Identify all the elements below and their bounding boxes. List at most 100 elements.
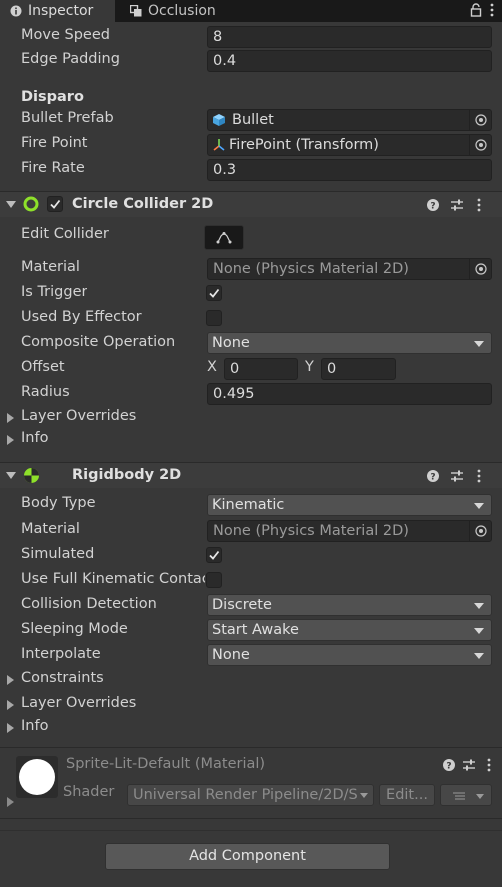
foldout-arrow-icon[interactable] [6, 201, 16, 208]
constraints-foldout[interactable]: Constraints [0, 669, 502, 691]
object-picker-icon[interactable] [469, 135, 491, 155]
edit-collider-label: Edit Collider [21, 226, 109, 242]
composite-operation-value: None [212, 335, 250, 351]
lock-icon[interactable] [470, 3, 482, 17]
material-preview [16, 756, 58, 798]
composite-operation-dropdown[interactable]: None [207, 332, 492, 354]
component-menu-icon[interactable] [486, 758, 492, 772]
shader-edit-button[interactable]: Edit... [379, 784, 435, 806]
help-icon[interactable]: ? [426, 198, 440, 212]
is-trigger-checkbox[interactable] [206, 285, 222, 301]
radius-row: Radius 0.495 [0, 381, 502, 406]
tab-inspector-label: Inspector [28, 3, 94, 19]
sleeping-mode-dropdown[interactable]: Start Awake [207, 619, 492, 641]
cc-material-row: Material None (Physics Material 2D) [0, 256, 502, 281]
presets-icon[interactable] [450, 198, 464, 212]
shader-value: Universal Render Pipeline/2D/Sp [133, 787, 358, 803]
offset-label: Offset [21, 359, 65, 375]
chevron-down-icon [474, 628, 484, 634]
rb-material-field[interactable]: None (Physics Material 2D) [207, 520, 492, 542]
presets-icon[interactable] [462, 758, 476, 772]
chevron-down-icon [476, 794, 484, 799]
offset-y-field[interactable]: 0 [321, 358, 396, 380]
component-menu-icon[interactable] [476, 469, 482, 483]
help-icon[interactable]: ? [442, 758, 456, 772]
rb-info-foldout[interactable]: Info [0, 717, 502, 739]
add-component-button[interactable]: Add Component [105, 843, 390, 870]
offset-row: Offset X 0 Y 0 [0, 356, 502, 381]
simulated-label: Simulated [21, 546, 95, 562]
edge-padding-label: Edge Padding [21, 51, 120, 67]
fire-rate-field[interactable]: 0.3 [207, 159, 492, 181]
foldout-arrow-icon[interactable] [7, 797, 14, 807]
rb-layer-overrides-foldout[interactable]: Layer Overrides [0, 694, 502, 716]
bullet-prefab-field[interactable]: Bullet [207, 109, 492, 131]
move-speed-label: Move Speed [21, 27, 110, 43]
foldout-arrow-icon[interactable] [6, 472, 16, 479]
cc-info-foldout[interactable]: Info [0, 429, 502, 451]
svg-text:?: ? [430, 202, 435, 212]
offset-y-label[interactable]: Y [305, 359, 314, 375]
material-block: Sprite-Lit-Default (Material) ? Shader U… [0, 748, 502, 818]
use-full-kinematic-label: Use Full Kinematic Contac [21, 571, 205, 587]
edge-padding-field[interactable]: 0.4 [207, 50, 492, 72]
composite-operation-row: Composite Operation None [0, 331, 502, 356]
cc-material-value: None (Physics Material 2D) [213, 261, 409, 277]
offset-x-field[interactable]: 0 [224, 358, 298, 380]
move-speed-field[interactable]: 8 [207, 26, 492, 48]
sleeping-mode-value: Start Awake [212, 622, 299, 638]
rigidbody-title: Rigidbody 2D [72, 467, 182, 483]
body-type-dropdown[interactable]: Kinematic [207, 494, 492, 516]
move-speed-row: Move Speed 8 [0, 24, 502, 49]
foldout-arrow-icon [7, 413, 14, 423]
foldout-arrow-icon [7, 435, 14, 445]
bullet-prefab-label: Bullet Prefab [21, 110, 114, 126]
tab-inspector[interactable]: Inspector [0, 0, 115, 22]
edit-collider-button[interactable] [204, 225, 244, 250]
chevron-down-icon [474, 603, 484, 609]
circle-collider-enabled-checkbox[interactable] [47, 196, 63, 212]
use-full-kinematic-row: Use Full Kinematic Contac [0, 568, 502, 593]
circle-collider-header[interactable]: Circle Collider 2D ? [0, 191, 502, 217]
tab-occlusion[interactable]: Occlusion [130, 0, 270, 22]
collision-detection-dropdown[interactable]: Discrete [207, 594, 492, 616]
radius-field[interactable]: 0.495 [207, 383, 492, 405]
rb-material-label: Material [21, 521, 80, 537]
rb-material-row: Material None (Physics Material 2D) [0, 518, 502, 543]
circle-collider-icon [23, 196, 39, 216]
interpolate-value: None [212, 647, 250, 663]
bullet-prefab-row: Bullet Prefab Bullet [0, 107, 502, 132]
disparo-header: Disparo [21, 89, 84, 105]
interpolate-label: Interpolate [21, 646, 101, 662]
material-name: Sprite-Lit-Default (Material) [66, 756, 266, 772]
fire-rate-row: Fire Rate 0.3 [0, 157, 502, 182]
fire-point-field[interactable]: FirePoint (Transform) [207, 134, 492, 156]
object-picker-icon[interactable] [469, 259, 491, 279]
used-by-effector-checkbox[interactable] [206, 310, 222, 326]
cc-info-label: Info [21, 430, 49, 446]
simulated-checkbox[interactable] [206, 547, 222, 563]
collision-detection-row: Collision Detection Discrete [0, 593, 502, 618]
cc-layer-overrides-foldout[interactable]: Layer Overrides [0, 407, 502, 429]
rigidbody-header[interactable]: Rigidbody 2D ? [0, 462, 502, 488]
edit-collider-row: Edit Collider [0, 222, 502, 252]
use-full-kinematic-checkbox[interactable] [206, 572, 222, 588]
object-picker-icon[interactable] [469, 521, 491, 541]
interpolate-dropdown[interactable]: None [207, 644, 492, 666]
cc-material-field[interactable]: None (Physics Material 2D) [207, 258, 492, 280]
used-by-effector-row: Used By Effector [0, 306, 502, 331]
help-icon[interactable]: ? [426, 469, 440, 483]
list-icon [453, 792, 465, 800]
fire-rate-label: Fire Rate [21, 160, 85, 176]
shader-options-dropdown[interactable] [440, 784, 492, 806]
component-menu-icon[interactable] [476, 198, 482, 212]
foldout-arrow-icon [7, 723, 14, 733]
shader-dropdown[interactable]: Universal Render Pipeline/2D/Sp [127, 784, 374, 806]
svg-text:?: ? [446, 762, 451, 772]
presets-icon[interactable] [450, 469, 464, 483]
object-picker-icon[interactable] [469, 110, 491, 130]
offset-x-label[interactable]: X [207, 359, 217, 375]
kebab-menu-icon[interactable] [489, 3, 495, 17]
sleeping-mode-label: Sleeping Mode [21, 621, 128, 637]
shader-label: Shader [63, 784, 115, 800]
